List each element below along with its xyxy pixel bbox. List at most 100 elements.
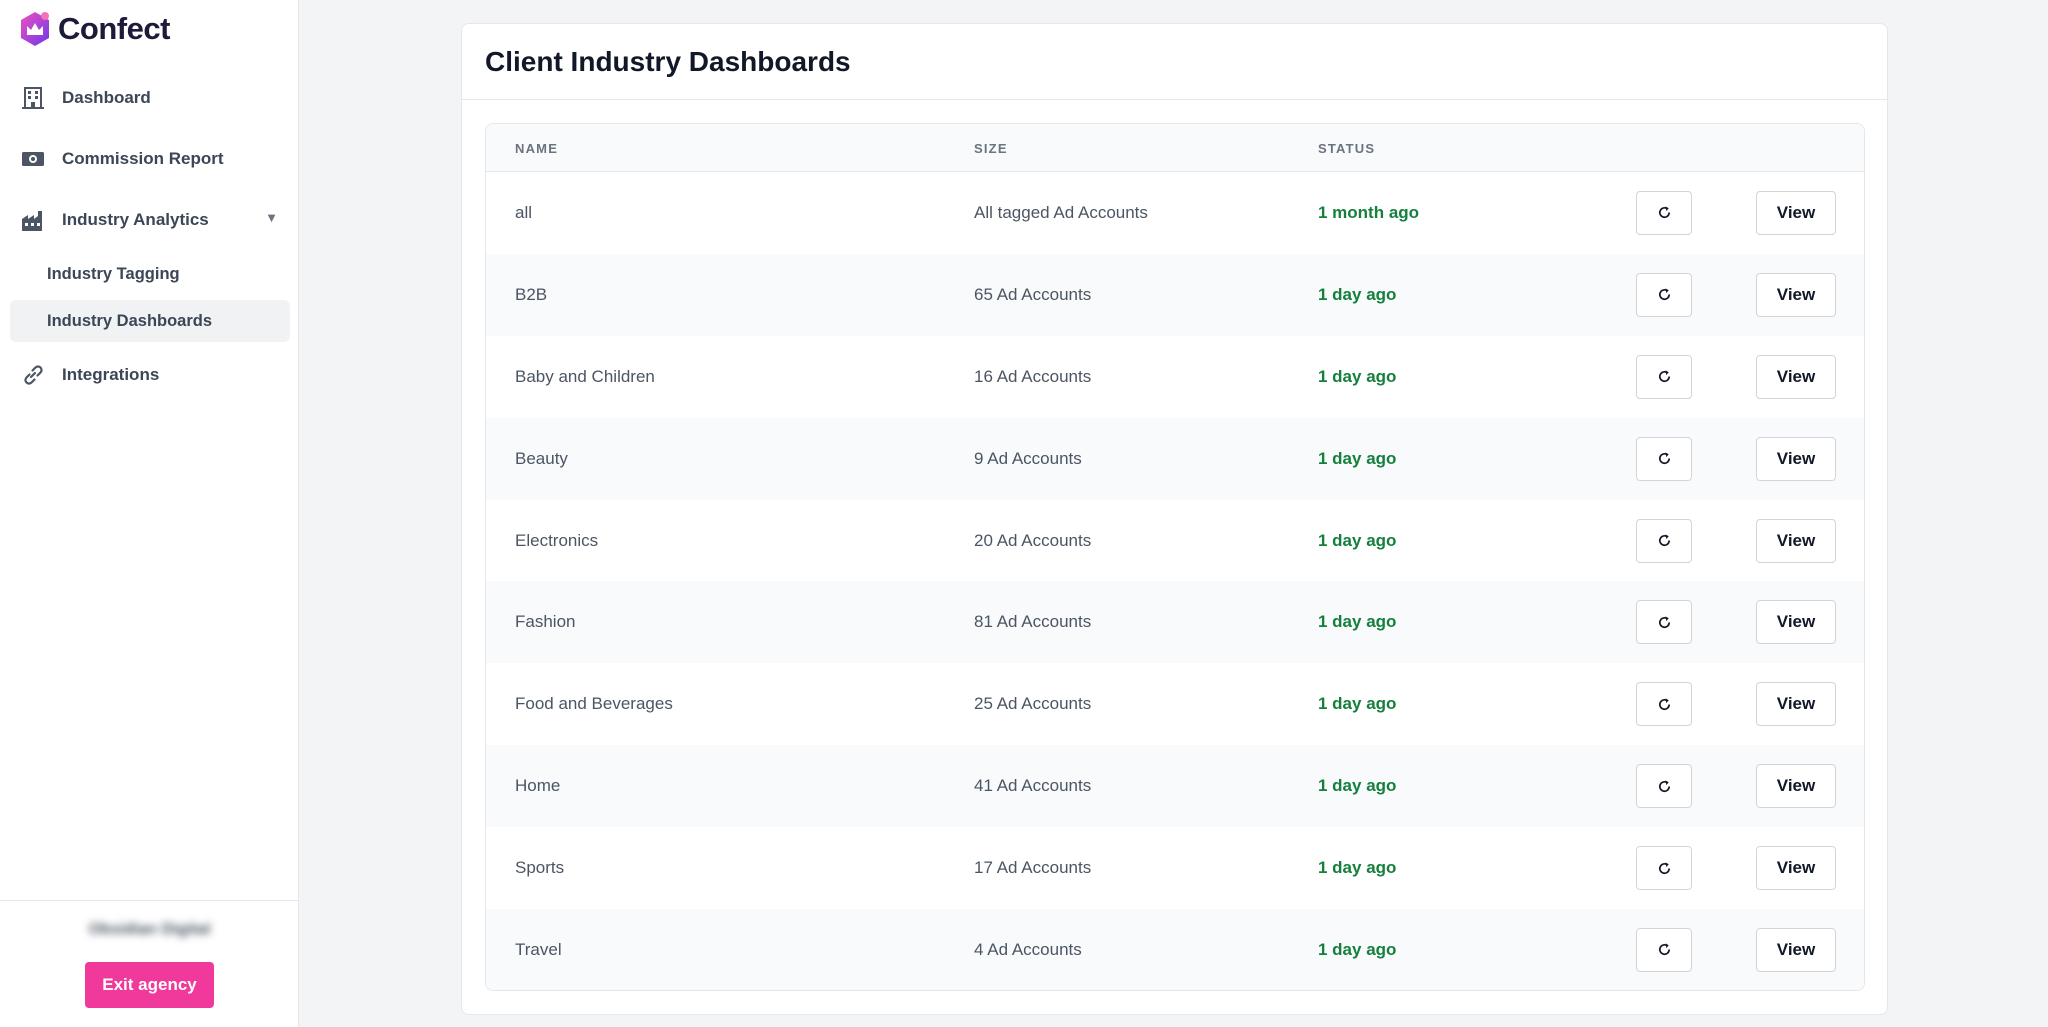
refresh-icon [1658,534,1670,547]
row-status: 1 day ago [1318,694,1397,714]
refresh-button[interactable] [1636,927,1692,972]
factory-icon [20,207,46,233]
row-name: Electronics [515,530,599,550]
table-row: Travel 4 Ad Accounts 1 day ago View [486,909,1864,990]
refresh-button[interactable] [1636,190,1692,235]
refresh-icon [1658,616,1670,628]
exit-agency-button[interactable]: Exit agency [85,962,214,1008]
refresh-button[interactable] [1636,682,1692,727]
row-status: 1 day ago [1318,858,1397,878]
row-size: 81 Ad Accounts [974,612,1092,632]
sidebar-item-industry-dashboards[interactable]: Industry Dashboards [10,300,290,342]
page-title: Client Industry Dashboards [485,45,851,77]
row-size: 65 Ad Accounts [974,284,1092,304]
refresh-icon [1658,780,1670,792]
view-button[interactable]: View [1756,600,1836,645]
row-size: 41 Ad Accounts [974,776,1092,796]
view-button[interactable]: View [1756,354,1836,399]
table-row: Electronics 20 Ad Accounts 1 day ago Vie… [486,499,1864,582]
refresh-button[interactable] [1636,272,1692,317]
refresh-icon [1658,206,1670,219]
dashboards-card: Client Industry Dashboards NAME SIZE STA… [461,23,1888,1015]
column-header-name: NAME [515,141,559,156]
refresh-icon [1658,698,1670,710]
refresh-icon [1658,943,1670,956]
view-button[interactable]: View [1756,436,1836,481]
confect-logo-icon [21,12,49,46]
row-status: 1 month ago [1318,202,1420,222]
table-row: Fashion 81 Ad Accounts 1 day ago View [486,581,1864,664]
row-status: 1 day ago [1318,612,1397,632]
row-name: Baby and Children [515,366,655,386]
view-button[interactable]: View [1756,190,1836,235]
refresh-button[interactable] [1636,354,1692,399]
view-button[interactable]: View [1756,927,1836,972]
column-header-status: STATUS [1318,141,1376,156]
refresh-icon [1658,370,1670,383]
sidebar: Confect Dashboard Commission Report Indu… [0,0,299,1027]
row-size: 9 Ad Accounts [974,448,1082,468]
sidebar-item-label: Dashboard [62,88,151,107]
table-row: Home 41 Ad Accounts 1 day ago View [486,745,1864,828]
sidebar-item-industry-analytics[interactable]: Industry Analytics ▼ [20,198,278,242]
table-row: Sports 17 Ad Accounts 1 day ago View [486,827,1864,910]
refresh-icon [1658,288,1670,301]
row-status: 1 day ago [1318,366,1397,386]
sidebar-footer: Obsidian Digital Exit agency [0,900,299,1027]
building-icon [20,85,46,111]
row-size: 16 Ad Accounts [974,366,1092,386]
table-body: all All tagged Ad Accounts 1 month ago V… [486,172,1864,990]
agency-name: Obsidian Digital [88,921,211,938]
row-name: Sports [515,858,565,878]
table-row: Beauty 9 Ad Accounts 1 day ago View [486,417,1864,500]
sidebar-item-integrations[interactable]: Integrations [20,353,278,397]
refresh-button[interactable] [1636,518,1692,563]
row-size: 17 Ad Accounts [974,858,1092,878]
row-size: All tagged Ad Accounts [974,202,1148,222]
row-size: 20 Ad Accounts [974,530,1092,550]
chevron-down-icon[interactable]: ▼ [265,210,278,225]
table-row: all All tagged Ad Accounts 1 month ago V… [486,172,1864,254]
sidebar-item-label: Industry Analytics [62,210,209,229]
card-header: Client Industry Dashboards [462,24,1887,100]
row-name: Fashion [515,612,576,632]
app-logo[interactable]: Confect [18,10,170,48]
sidebar-item-dashboard[interactable]: Dashboard [20,76,278,120]
table-header: NAME SIZE STATUS [486,124,1864,172]
row-name: B2B [515,284,548,304]
row-status: 1 day ago [1318,284,1397,304]
app-name: Confect [58,11,170,46]
sidebar-item-label: Industry Dashboards [47,311,213,330]
refresh-button[interactable] [1636,436,1692,481]
view-button[interactable]: View [1756,272,1836,317]
row-size: 4 Ad Accounts [974,939,1082,959]
table-row: Food and Beverages 25 Ad Accounts 1 day … [486,663,1864,746]
sidebar-item-label: Industry Tagging [47,264,180,283]
row-name: Travel [515,939,562,959]
row-name: all [515,202,533,222]
column-header-size: SIZE [974,141,1008,156]
refresh-button[interactable] [1636,764,1692,809]
sidebar-item-industry-tagging[interactable]: Industry Tagging [10,253,290,295]
dashboards-table: NAME SIZE STATUS all All tagged Ad Accou… [485,123,1865,991]
view-button[interactable]: View [1756,682,1836,727]
view-button[interactable]: View [1756,518,1836,563]
row-name: Beauty [515,448,568,468]
sidebar-item-commission-report[interactable]: Commission Report [20,137,278,181]
refresh-button[interactable] [1636,600,1692,645]
sidebar-item-label: Integrations [62,365,160,384]
row-status: 1 day ago [1318,776,1397,796]
refresh-button[interactable] [1636,846,1692,891]
refresh-icon [1658,861,1670,874]
row-status: 1 day ago [1318,939,1397,959]
view-button[interactable]: View [1756,846,1836,891]
view-button[interactable]: View [1756,764,1836,809]
refresh-icon [1658,452,1670,465]
row-name: Food and Beverages [515,694,673,714]
table-row: Baby and Children 16 Ad Accounts 1 day a… [486,335,1864,418]
cash-icon [20,146,46,172]
row-size: 25 Ad Accounts [974,694,1092,714]
link-icon [20,362,46,388]
sidebar-item-label: Commission Report [62,149,224,168]
row-name: Home [515,776,561,796]
